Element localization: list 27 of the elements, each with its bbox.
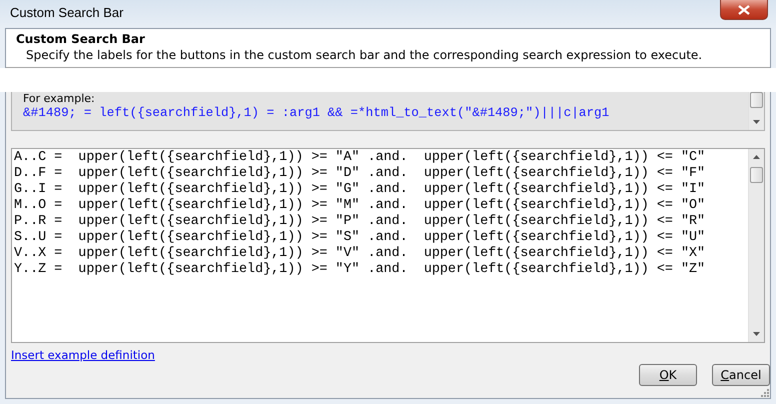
scroll-down-icon[interactable] <box>753 332 760 336</box>
code-line: S..U = upper(left({searchfield},1)) >= "S" .and. upper(left({searchfield},1)) <= "U" <box>14 230 706 246</box>
dialog-button[interactable]: OK <box>639 364 697 386</box>
window-title: Custom Search Bar <box>10 4 124 22</box>
example-code: &#1489; = left({searchfield},1) = :arg1 && =*html_to_text("&#1489;")|||c|arg1 <box>23 105 610 121</box>
scroll-up-icon[interactable] <box>753 155 760 159</box>
code-line: Y..Z = upper(left({searchfield},1)) >= "Y" .and. upper(left({searchfield},1)) <= "Z" <box>14 262 706 278</box>
code-line: A..C = upper(left({searchfield},1)) >= "A" .and. upper(left({searchfield},1)) <= "C" <box>14 150 706 166</box>
insert-example-link[interactable]: Insert example definition <box>11 348 155 362</box>
code-line: P..R = upper(left({searchfield},1)) >= "P" .and. upper(left({searchfield},1)) <= "R" <box>14 214 706 230</box>
scrollbar[interactable] <box>748 92 764 130</box>
close-button[interactable] <box>720 0 768 20</box>
resize-grip-icon[interactable] <box>761 389 769 397</box>
header-title: Custom Search Bar <box>16 32 146 47</box>
code-line: M..O = upper(left({searchfield},1)) >= "M" .and. upper(left({searchfield},1)) <= "O" <box>14 198 706 214</box>
definition-editor[interactable] <box>11 148 765 343</box>
example-label: For example: <box>23 92 96 105</box>
header-description: Specify the labels for the buttons in the custom search bar and the corresponding search expression to execute. <box>25 47 704 63</box>
code-line: D..F = upper(left({searchfield},1)) >= "D" .and. upper(left({searchfield},1)) <= "F" <box>14 166 706 182</box>
scroll-down-icon[interactable] <box>753 120 760 124</box>
dialog-button[interactable]: Cancel <box>712 364 770 386</box>
code-line: V..X = upper(left({searchfield},1)) >= "V" .and. upper(left({searchfield},1)) <= "X" <box>14 246 706 262</box>
close-icon <box>738 4 750 14</box>
scroll-thumb[interactable] <box>750 167 763 183</box>
scrollbar[interactable] <box>748 149 764 342</box>
scroll-thumb[interactable] <box>750 92 763 108</box>
code-line: G..I = upper(left({searchfield},1)) >= "G" .and. upper(left({searchfield},1)) <= "I" <box>14 182 706 198</box>
